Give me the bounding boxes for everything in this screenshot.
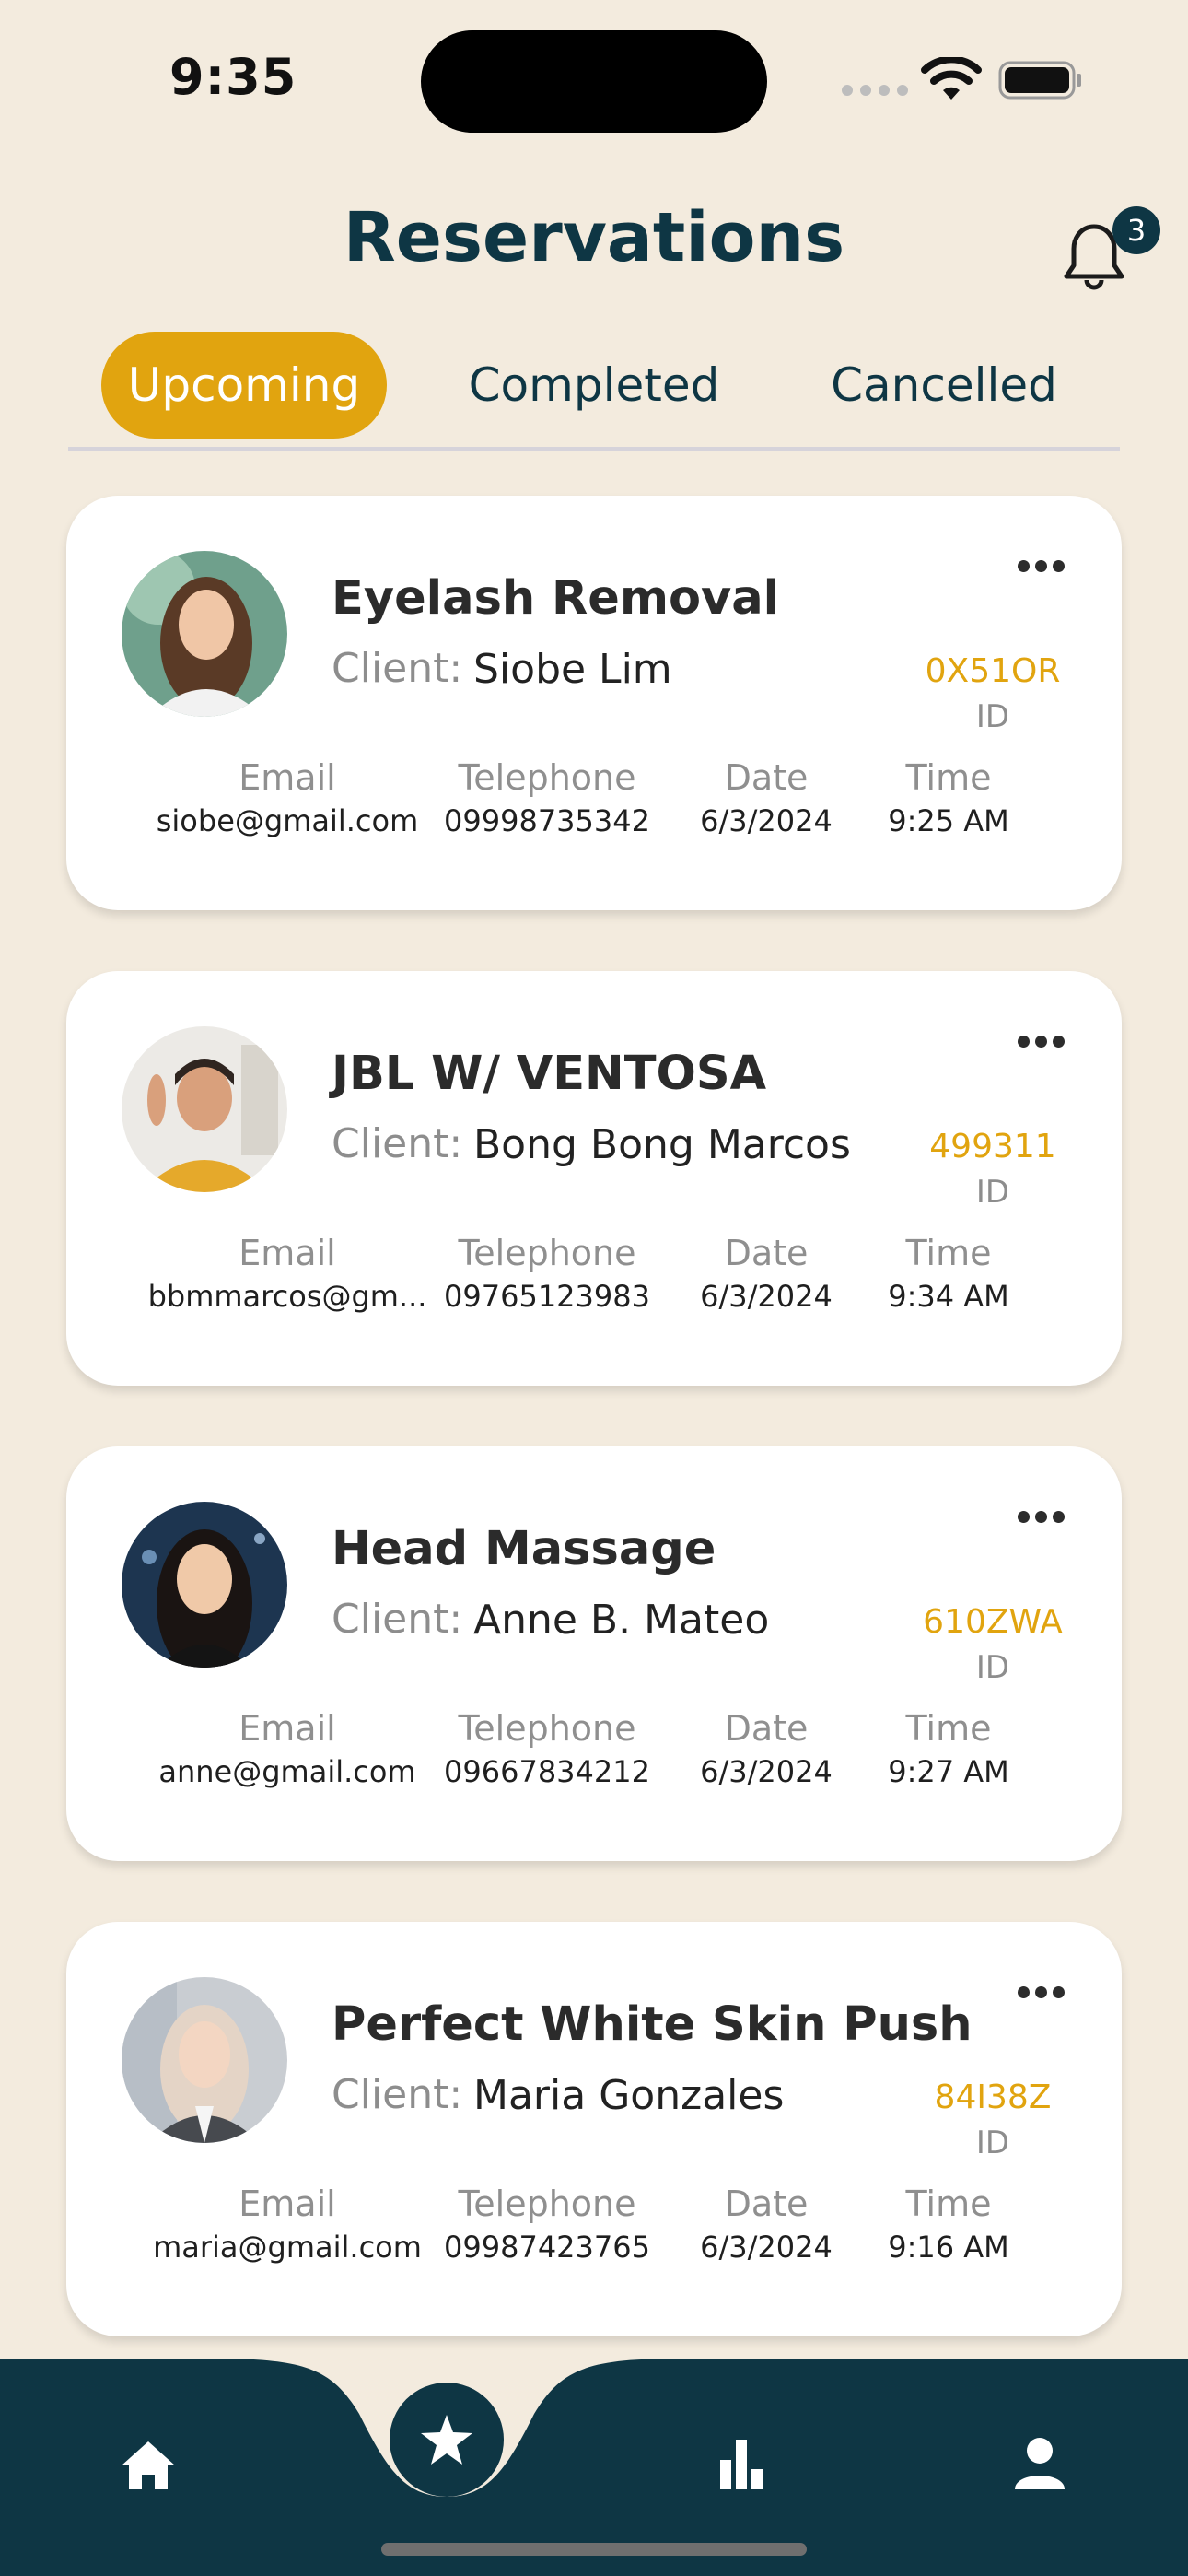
service-name: Head Massage (332, 1522, 716, 1576)
client-label: Client: (332, 2071, 463, 2118)
id-label: ID (975, 1649, 1010, 1686)
reservation-card[interactable]: Eyelash Removal Client: Siobe Lim 0X51OR… (66, 496, 1122, 910)
avatar (122, 1977, 287, 2143)
time-value: 9:27 AM (888, 1754, 1009, 1789)
dynamic-island (421, 30, 767, 133)
time-value: 9:25 AM (888, 803, 1009, 838)
more-options-icon[interactable] (1011, 1505, 1070, 1528)
reservation-card[interactable]: Perfect White Skin Push Client: Maria Go… (66, 1922, 1122, 2336)
client-label: Client: (332, 1596, 463, 1643)
client-name: Bong Bong Marcos (473, 1121, 851, 1168)
reservation-id: 84I38Z (934, 2078, 1052, 2116)
date-value: 6/3/2024 (700, 1754, 833, 1789)
id-label: ID (975, 698, 1010, 735)
time-value: 9:16 AM (888, 2230, 1009, 2265)
client-name: Siobe Lim (473, 646, 672, 693)
email-label: Email (239, 757, 336, 798)
time-label: Time (905, 1233, 992, 1273)
reservation-id: 499311 (929, 1128, 1056, 1165)
telephone-label: Telephone (458, 2184, 636, 2224)
home-icon[interactable] (120, 2440, 177, 2491)
time-label: Time (905, 1708, 992, 1749)
reservation-id: 610ZWA (923, 1603, 1063, 1641)
time-label: Time (905, 757, 992, 798)
date-value: 6/3/2024 (700, 803, 833, 838)
time-label: Time (905, 2184, 992, 2224)
home-indicator (381, 2543, 807, 2556)
notification-badge: 3 (1112, 206, 1160, 254)
id-label: ID (975, 2125, 1010, 2161)
time-value: 9:34 AM (888, 1279, 1009, 1314)
email-value: maria@gmail.com (153, 2230, 422, 2265)
telephone-value: 09765123983 (444, 1279, 650, 1314)
tab-bar: Upcoming Completed Cancelled (0, 332, 1188, 439)
date-label: Date (724, 2184, 809, 2224)
email-value: siobe@gmail.com (156, 803, 419, 838)
telephone-value: 09998735342 (444, 803, 650, 838)
tabs-divider (68, 447, 1120, 451)
person-icon[interactable] (1013, 2436, 1066, 2491)
bar-chart-icon[interactable] (718, 2438, 764, 2489)
service-name: Perfect White Skin Push (332, 1997, 973, 2052)
email-value: anne@gmail.com (158, 1754, 416, 1789)
client-name: Maria Gonzales (473, 2072, 785, 2119)
id-label: ID (975, 1174, 1010, 1211)
service-name: Eyelash Removal (332, 571, 780, 626)
telephone-label: Telephone (458, 757, 636, 798)
date-label: Date (724, 1233, 809, 1273)
client-name: Anne B. Mateo (473, 1597, 770, 1644)
battery-icon (998, 61, 1081, 100)
tab-upcoming[interactable]: Upcoming (101, 332, 387, 439)
email-label: Email (239, 1708, 336, 1749)
telephone-value: 09667834212 (444, 1754, 650, 1789)
more-options-icon[interactable] (1011, 1981, 1070, 2003)
date-label: Date (724, 757, 809, 798)
tab-completed[interactable]: Completed (451, 332, 737, 439)
email-value: bbmmarcos@gm... (147, 1279, 427, 1314)
client-label: Client: (332, 1120, 463, 1167)
email-label: Email (239, 1233, 336, 1273)
client-label: Client: (332, 645, 463, 692)
reservation-card[interactable]: JBL W/ VENTOSA Client: Bong Bong Marcos … (66, 971, 1122, 1386)
more-options-icon[interactable] (1011, 1030, 1070, 1052)
avatar (122, 551, 287, 717)
email-label: Email (239, 2184, 336, 2224)
star-icon (421, 2415, 472, 2465)
favorites-button[interactable] (390, 2383, 504, 2497)
reservation-id: 0X51OR (925, 652, 1061, 690)
telephone-label: Telephone (458, 1708, 636, 1749)
avatar (122, 1502, 287, 1668)
date-label: Date (724, 1708, 809, 1749)
cellular-signal-icon (842, 85, 908, 96)
date-value: 6/3/2024 (700, 2230, 833, 2265)
page-title: Reservations (343, 198, 845, 277)
wifi-icon (921, 57, 982, 100)
telephone-value: 09987423765 (444, 2230, 650, 2265)
avatar (122, 1026, 287, 1192)
service-name: JBL W/ VENTOSA (332, 1047, 767, 1101)
reservation-card[interactable]: Head Massage Client: Anne B. Mateo 610ZW… (66, 1446, 1122, 1861)
status-time: 9:35 (169, 48, 297, 106)
telephone-label: Telephone (458, 1233, 636, 1273)
tab-cancelled[interactable]: Cancelled (801, 332, 1087, 439)
date-value: 6/3/2024 (700, 1279, 833, 1314)
more-options-icon[interactable] (1011, 555, 1070, 577)
